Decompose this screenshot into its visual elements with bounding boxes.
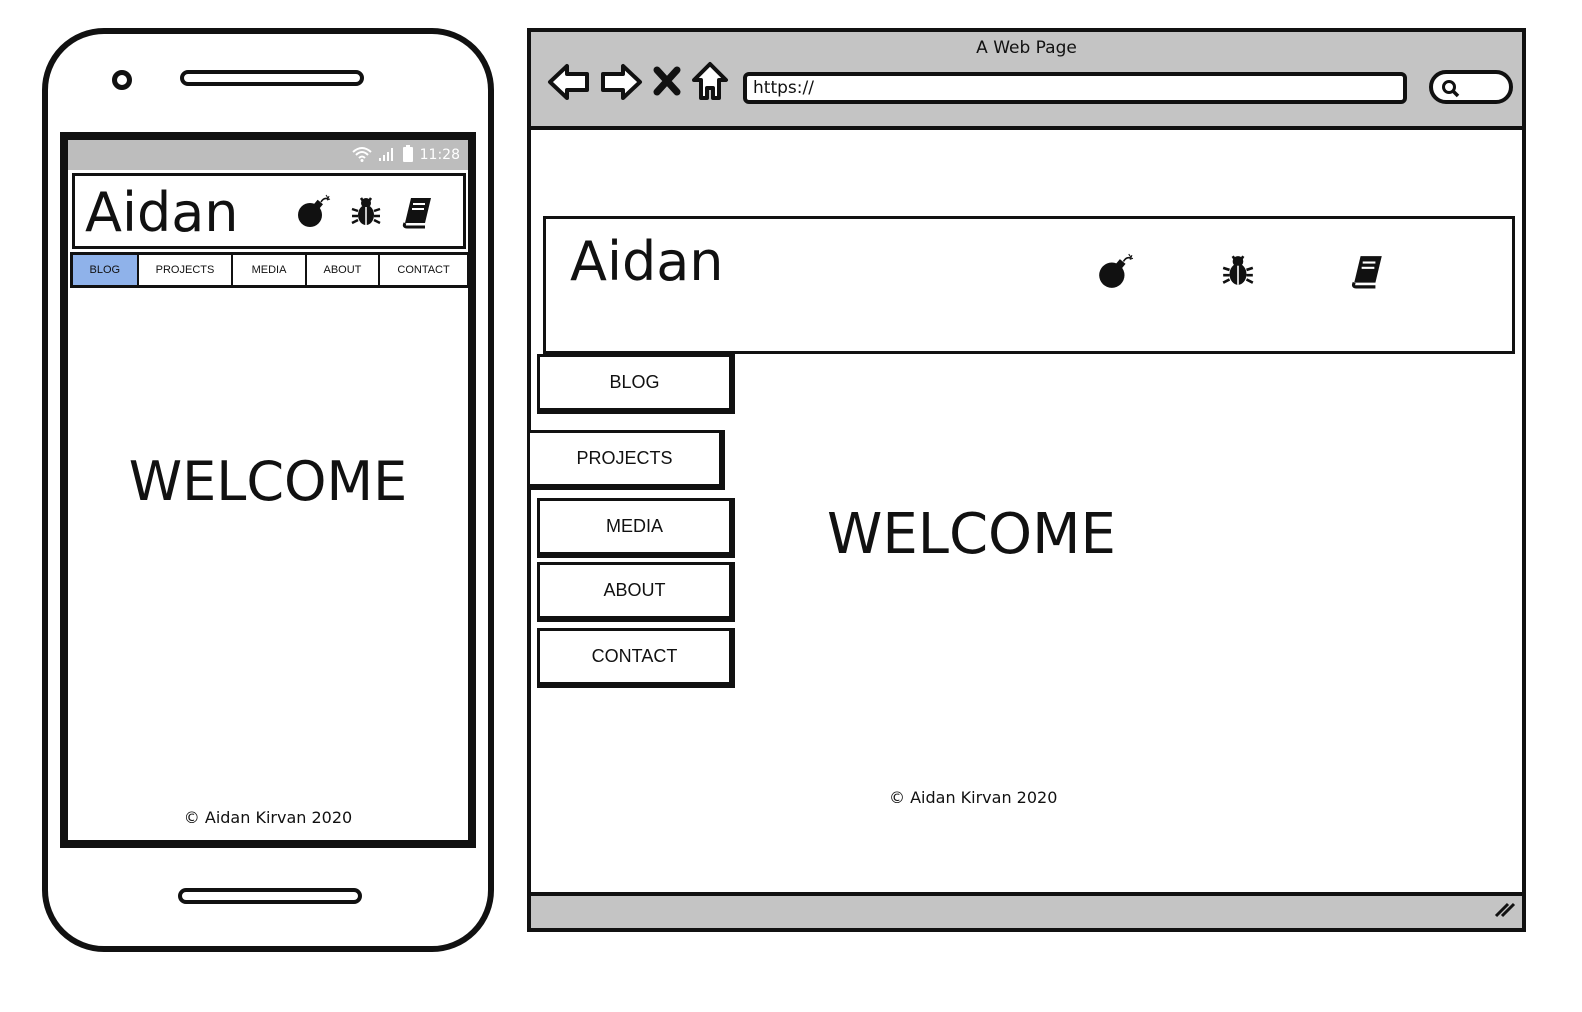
book-icon[interactable]	[1350, 253, 1386, 293]
phone-camera	[112, 70, 132, 90]
site-header: Aidan	[72, 173, 466, 249]
url-bar[interactable]: https://	[743, 72, 1407, 104]
stop-x-icon[interactable]	[651, 60, 683, 108]
home-icon[interactable]	[691, 60, 729, 108]
book-icon[interactable]	[401, 195, 435, 233]
search-icon	[1441, 79, 1461, 103]
browser-search-box[interactable]	[1429, 70, 1513, 104]
tab-blog[interactable]: BLOG	[73, 255, 139, 285]
bug-icon[interactable]	[1220, 253, 1256, 293]
bug-icon[interactable]	[349, 195, 383, 233]
status-time: 11:28	[419, 147, 460, 163]
window-title: A Web Page	[976, 38, 1077, 58]
battery-icon	[402, 144, 414, 166]
welcome-heading: WELCOME	[827, 502, 1116, 567]
nav-button-media[interactable]: MEDIA	[537, 498, 735, 558]
nav-button-projects[interactable]: PROJECTS	[527, 430, 725, 490]
back-arrow-icon[interactable]	[547, 60, 591, 108]
browser-status-bar	[531, 892, 1522, 928]
browser-toolbar: A Web Page https://	[531, 32, 1522, 130]
welcome-heading: WELCOME	[128, 450, 408, 513]
tab-media[interactable]: MEDIA	[233, 255, 307, 285]
tab-projects[interactable]: PROJECTS	[138, 255, 234, 285]
phone-screen: 11:28 Aidan BLOG PROJECTS MEDIA ABOUT CO…	[60, 132, 476, 848]
signal-icon	[378, 146, 396, 165]
tab-contact[interactable]: CONTACT	[380, 255, 467, 285]
footer-copyright: © Aidan Kirvan 2020	[889, 788, 1058, 807]
resize-grip-icon[interactable]	[1492, 898, 1516, 924]
status-bar: 11:28	[68, 140, 468, 170]
site-logo[interactable]: Aidan	[85, 178, 239, 248]
bomb-icon[interactable]	[295, 194, 331, 234]
bomb-icon[interactable]	[1096, 253, 1134, 295]
mobile-nav-tabs: BLOG PROJECTS MEDIA ABOUT CONTACT	[70, 252, 468, 288]
footer-copyright: © Aidan Kirvan 2020	[183, 808, 353, 827]
wifi-icon	[351, 146, 372, 165]
site-header: Aidan	[543, 216, 1515, 354]
phone-speaker	[180, 70, 364, 86]
header-icons	[295, 194, 435, 234]
nav-button-about[interactable]: ABOUT	[537, 562, 735, 622]
tab-about[interactable]: ABOUT	[306, 255, 381, 285]
nav-button-contact[interactable]: CONTACT	[537, 628, 735, 688]
forward-arrow-icon[interactable]	[599, 60, 643, 108]
nav-button-blog[interactable]: BLOG	[537, 354, 735, 414]
browser-window: A Web Page https:// Aidan BLOG PROJECTS …	[527, 28, 1526, 932]
site-logo[interactable]: Aidan	[570, 227, 724, 297]
phone-home-button[interactable]	[178, 888, 362, 904]
browser-nav-buttons	[547, 60, 729, 108]
